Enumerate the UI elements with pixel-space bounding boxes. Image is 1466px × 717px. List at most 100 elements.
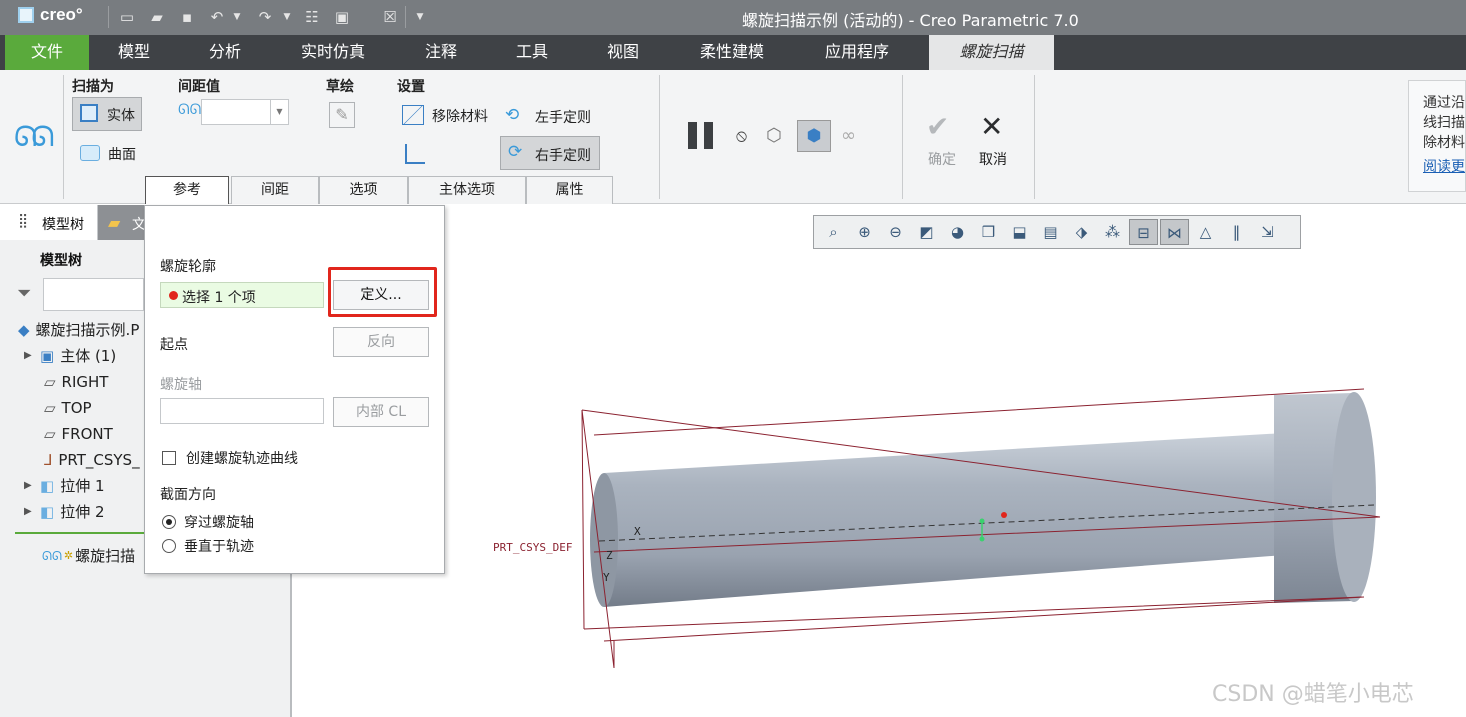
open-icon[interactable]: ▰ (148, 8, 166, 26)
create-helix-curve-checkbox[interactable]: 创建螺旋轨迹曲线 (162, 448, 298, 468)
model-tree-header: 模型树 (40, 253, 82, 269)
watermark: CSDN @蜡笔小电芯 (1212, 682, 1414, 707)
regenerate-icon[interactable]: ☷ (303, 8, 321, 26)
preview-frame-icon[interactable]: ⬡ (766, 125, 782, 146)
tab-annotate[interactable]: 注释 (400, 35, 482, 70)
help-tooltip-panel: 通过沿 线扫描 除材料 阅读更 (1408, 80, 1466, 192)
tab-pitch[interactable]: 间距 (231, 176, 319, 204)
tree-item-helical-sweep[interactable]: ᘏᘏ ✲ 螺旋扫描 (42, 543, 135, 569)
display-style-icon[interactable]: ◕ (943, 219, 972, 245)
tree-item-part[interactable]: ◆ 螺旋扫描示例.P (18, 317, 139, 343)
tree-item-extrude-1[interactable]: ▶ ◧ 拉伸 1 (24, 473, 105, 499)
pause-animation-icon[interactable]: ‖ (1222, 219, 1251, 245)
tab-folder-browser[interactable]: ▰ 文 (98, 205, 146, 240)
tab-applications[interactable]: 应用程序 (805, 35, 909, 70)
zoom-out-icon[interactable]: ⊖ (881, 219, 910, 245)
left-hand-rule-label: 左手定则 (535, 110, 591, 126)
save-icon[interactable]: ▪ (178, 8, 196, 26)
refit-icon[interactable]: ⌕ (819, 219, 848, 245)
ok-button[interactable]: ✔ 确定 (924, 110, 964, 172)
tab-model-tree[interactable]: ⣿ 模型树 (0, 205, 98, 240)
pitch-dropdown-icon[interactable]: ▼ (270, 100, 288, 124)
cancel-button[interactable]: ✕ 取消 (977, 110, 1017, 172)
saved-orientations-icon[interactable]: ❒ (974, 219, 1003, 245)
expand-arrow-icon[interactable]: ▶ (24, 499, 34, 525)
checkbox-label: 创建螺旋轨迹曲线 (186, 451, 298, 467)
reverse-button[interactable]: 反向 (333, 327, 429, 357)
helix-profile-collector[interactable]: 选择 1 个项 (160, 282, 324, 308)
tab-flexible-modeling[interactable]: 柔性建模 (680, 35, 784, 70)
spin-center-icon[interactable]: ⋈ (1160, 219, 1189, 245)
tree-search-input[interactable] (43, 278, 144, 311)
tree-item-label: 拉伸 1 (60, 477, 105, 495)
tab-model[interactable]: 模型 (95, 35, 173, 70)
view-manager-icon[interactable]: ⬓ (1005, 219, 1034, 245)
tab-live-simulation[interactable]: 实时仿真 (282, 35, 384, 70)
tab-analysis[interactable]: 分析 (185, 35, 265, 70)
expand-arrow-icon[interactable]: ▶ (24, 343, 34, 369)
pitch-group-title: 间距值 (178, 79, 220, 95)
perspective-icon[interactable]: ▤ (1036, 219, 1065, 245)
remove-material-button[interactable]: 移除材料 (402, 103, 502, 127)
tree-item-label: TOP (61, 399, 92, 417)
redo-icon[interactable]: ↷ (256, 8, 274, 26)
pause-button[interactable] (686, 122, 716, 150)
tab-properties[interactable]: 属性 (526, 176, 613, 204)
undo-icon[interactable]: ↶ (208, 8, 226, 26)
helix-profile-label: 螺旋轮廓 (160, 259, 216, 275)
verification-preview-button[interactable]: ⬢ (797, 120, 831, 152)
radio-through-axis[interactable]: 穿过螺旋轴 (162, 512, 254, 532)
datum-plane-icon: ▱ (44, 399, 56, 417)
appearance-icon[interactable]: △ (1191, 219, 1220, 245)
radio-normal-to-trajectory[interactable]: 垂直于轨迹 (162, 536, 254, 556)
sketch-button[interactable]: ✎ (329, 102, 355, 128)
tree-item-top[interactable]: ▱ TOP (44, 395, 92, 421)
start-point-label: 起点 (160, 337, 188, 353)
tab-helical-sweep[interactable]: 螺旋扫描 (929, 35, 1054, 70)
right-hand-rule-button[interactable]: ⟳ 右手定则 (500, 136, 600, 170)
help-text-line: 通过沿 (1423, 95, 1465, 111)
undo-dropdown-icon[interactable]: ▼ (228, 8, 246, 26)
tree-item-extrude-2[interactable]: ▶ ◧ 拉伸 2 (24, 499, 105, 525)
close-window-icon[interactable]: ☒ (381, 8, 399, 26)
glasses-preview-icon[interactable]: ∞ (841, 125, 856, 146)
tree-item-label: 主体 (1) (60, 347, 117, 365)
radio-label: 垂直于轨迹 (184, 539, 254, 555)
tree-item-right[interactable]: ▱ RIGHT (44, 369, 108, 395)
pitch-input[interactable]: ▼ (201, 99, 289, 125)
thicken-icon[interactable] (405, 144, 425, 164)
tab-options[interactable]: 选项 (319, 176, 408, 204)
read-more-link[interactable]: 阅读更 (1423, 157, 1465, 177)
surface-button[interactable]: 曲面 (78, 141, 158, 167)
tree-item-bodies[interactable]: ▶ ▣ 主体 (1) (24, 343, 116, 369)
internal-cl-button[interactable]: 内部 CL (333, 397, 429, 427)
cancel-regeneration-icon[interactable]: ⇲ (1253, 219, 1282, 245)
left-hand-rule-button[interactable]: ⟲ 左手定则 (503, 103, 603, 129)
new-icon[interactable]: ▭ (118, 8, 136, 26)
section-icon[interactable]: ⬗ (1067, 219, 1096, 245)
creo-logo: creo° (18, 5, 83, 25)
tree-item-csys[interactable]: ⅃ PRT_CSYS_ (44, 447, 140, 473)
solid-button[interactable]: 实体 (72, 97, 142, 131)
tab-tools[interactable]: 工具 (492, 35, 572, 70)
datum-display-icon[interactable]: ⁂ (1098, 219, 1127, 245)
windows-icon[interactable]: ▣ (333, 8, 351, 26)
expand-arrow-icon[interactable]: ▶ (24, 473, 34, 499)
no-preview-icon[interactable]: ⦸ (736, 126, 747, 146)
tab-body-options[interactable]: 主体选项 (408, 176, 526, 204)
solid-label: 实体 (107, 108, 135, 124)
redo-dropdown-icon[interactable]: ▼ (278, 8, 296, 26)
window-title: 螺旋扫描示例 (活动的) - Creo Parametric 7.0 (742, 11, 1079, 30)
tab-references[interactable]: 参考 (145, 176, 229, 204)
annotation-display-icon[interactable]: ⊟ (1129, 219, 1158, 245)
view-toolbar: ⌕ ⊕ ⊖ ◩ ◕ ❒ ⬓ ▤ ⬗ ⁂ ⊟ ⋈ △ ‖ ⇲ (813, 215, 1301, 249)
tree-item-front[interactable]: ▱ FRONT (44, 421, 113, 447)
repaint-icon[interactable]: ◩ (912, 219, 941, 245)
tab-file[interactable]: 文件 (5, 35, 89, 70)
zoom-in-icon[interactable]: ⊕ (850, 219, 879, 245)
axis-z-label: Z (606, 549, 613, 562)
tab-view[interactable]: 视图 (582, 35, 664, 70)
helix-axis-collector[interactable] (160, 398, 324, 424)
filter-icon[interactable]: ⏷ (17, 283, 31, 304)
customize-icon[interactable]: ▼ (411, 8, 429, 26)
